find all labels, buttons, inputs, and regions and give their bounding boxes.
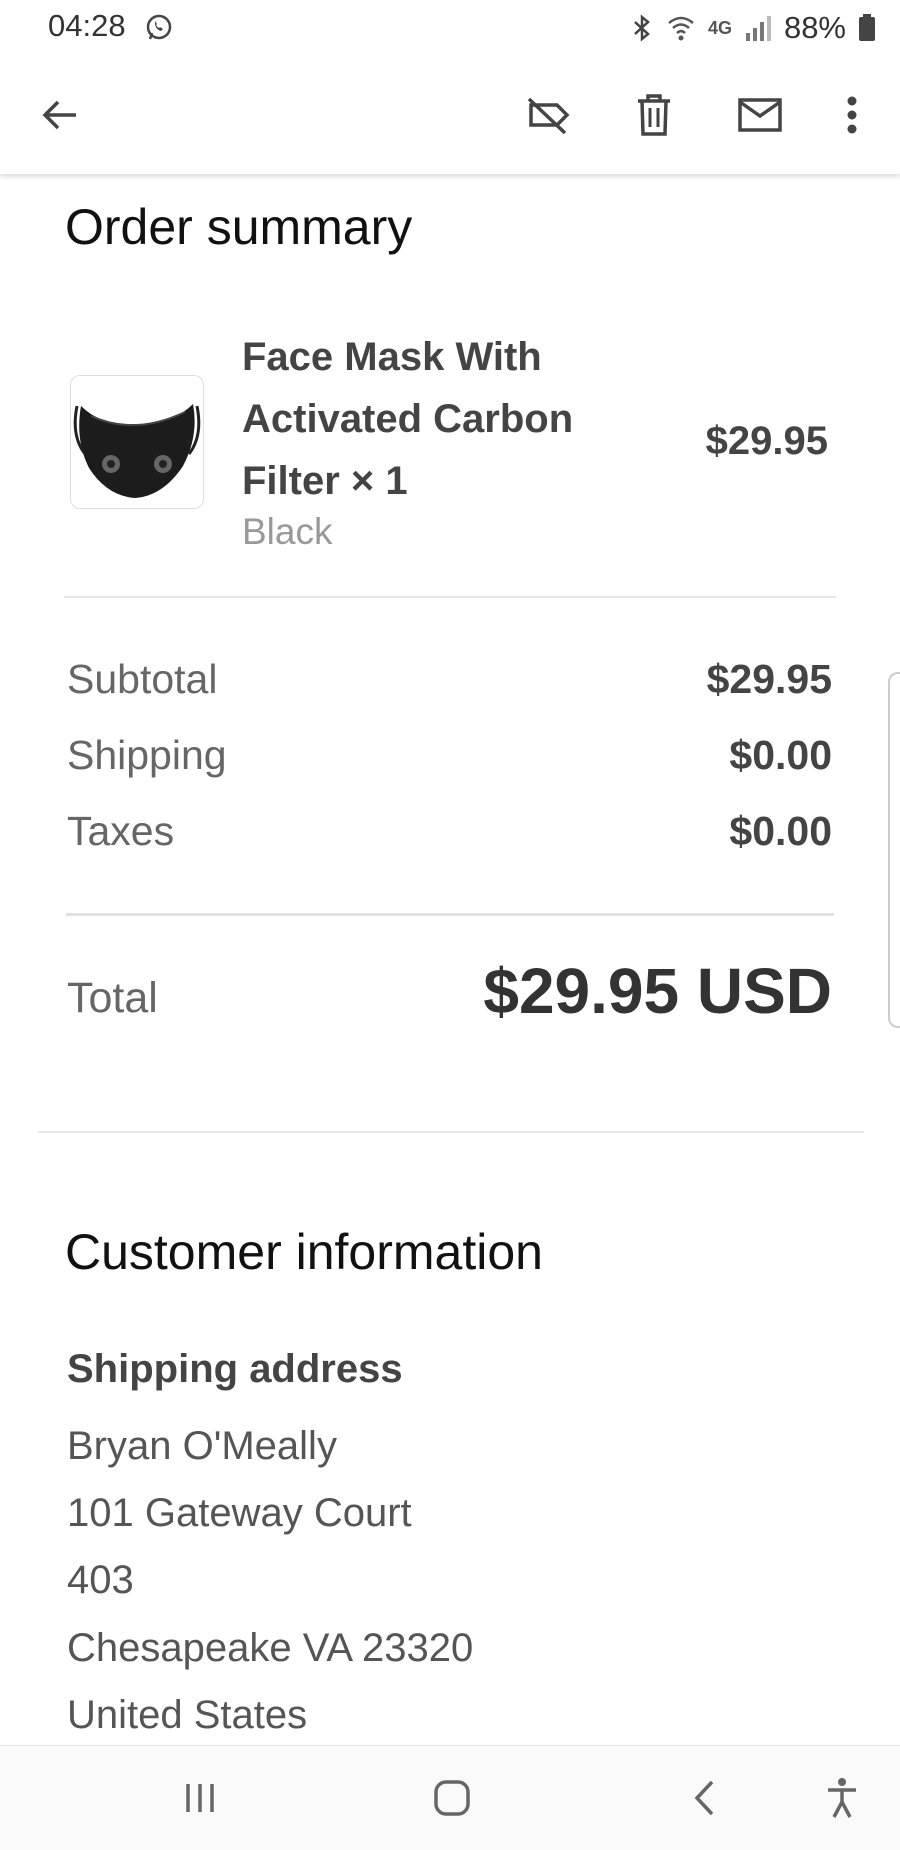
status-time: 04:28 [48,8,126,43]
taxes-label: Taxes [67,808,175,854]
customer-info-heading: Customer information [65,1224,543,1280]
back-arrow-icon [42,100,76,130]
accessibility-icon [828,1778,856,1818]
address-country: United States [67,1693,308,1737]
network-type: 4G [707,17,732,38]
address-unit: 403 [67,1558,134,1602]
nav-back-button[interactable] [674,1768,734,1828]
recent-apps-icon [186,1784,214,1812]
home-button[interactable] [422,1768,482,1828]
more-vert-icon [847,96,857,134]
battery-icon [859,14,875,41]
whatsapp-icon [146,14,172,40]
subtotal-label: Subtotal [67,656,218,702]
total-label: Total [67,974,158,1022]
email-body[interactable]: Order summary Face Mask With Activated C… [0,176,900,1746]
app-bar [0,56,900,174]
face-mask-image [73,404,201,498]
trash-icon [638,94,670,136]
mark-unread-button[interactable] [730,85,790,145]
shipping-address-heading: Shipping address [67,1347,403,1391]
product-name: Face Mask With Activated Carbon Filter ×… [242,335,574,503]
accessibility-button[interactable] [812,1768,872,1828]
taxes-value: $0.00 [729,808,832,854]
more-options-button[interactable] [822,85,882,145]
address-street: 101 Gateway Court [67,1491,412,1535]
battery-percent: 88% [783,10,846,45]
delete-button[interactable] [624,85,684,145]
product-thumbnail [70,375,204,509]
items-divider [64,596,836,598]
wifi-icon [668,16,694,41]
home-icon [434,1780,470,1816]
total-value: $29.95 USD [483,955,832,1027]
order-summary-heading: Order summary [65,199,413,255]
signal-icon [745,16,771,41]
section-divider [38,1131,864,1133]
subtotal-value: $29.95 [706,656,832,702]
bluetooth-icon [634,14,650,42]
status-bar: 04:28 4G 88% [0,0,900,56]
system-nav-bar [0,1745,900,1850]
shipping-label: Shipping [67,732,227,778]
product-price: $29.95 [705,419,828,463]
back-icon [694,1780,714,1816]
edge-panel-handle[interactable] [888,672,900,1028]
recent-apps-button[interactable] [170,1768,230,1828]
address-name: Bryan O'Meally [67,1424,337,1468]
product-variant: Black [242,511,333,552]
back-button[interactable] [30,85,90,145]
totals-divider [66,913,834,916]
label-off-icon [527,97,570,135]
address-city-state-zip: Chesapeake VA 23320 [67,1626,474,1670]
mail-icon [738,98,782,132]
shipping-value: $0.00 [729,732,832,778]
label-off-button[interactable] [518,85,578,145]
